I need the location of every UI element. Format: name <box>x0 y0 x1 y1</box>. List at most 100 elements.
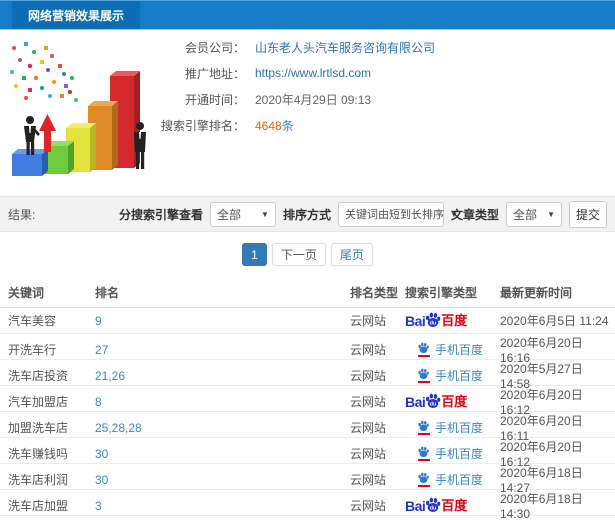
result-label: 结果: <box>8 207 36 222</box>
rank-type-cell: 云网站 <box>350 395 387 409</box>
rank-count-value: 4648条 <box>245 117 294 134</box>
table-row: 洗车赚钱吗 30 云网站 手机百度 2020年6月20日 16:12 <box>0 438 615 469</box>
header-keyword: 关键词 <box>8 285 45 300</box>
rank-type-cell: 云网站 <box>350 473 387 487</box>
keyword-rank-table: 关键词 排名 排名类型 搜索引擎类型 最新更新时间 汽车美容 9 云网站 Bai <box>0 277 615 521</box>
company-link[interactable]: 山东老人头汽车服务咨询有限公司 <box>245 39 435 56</box>
header-engine-type: 搜索引擎类型 <box>405 285 478 300</box>
keyword-cell: 汽车美容 <box>8 314 57 328</box>
rank-type-cell: 云网站 <box>350 369 387 383</box>
engine-cell: 手机百度 <box>405 367 500 384</box>
engine-cell: 手机百度 <box>405 341 500 358</box>
mobile-baidu-paw-icon <box>417 368 430 383</box>
keyword-cell: 洗车店利润 <box>8 473 69 487</box>
rank-type-cell: 云网站 <box>350 421 387 435</box>
keyword-cell: 加盟洗车店 <box>8 421 69 435</box>
table-row: 洗车店加盟 3 云网站 Bai du 百度 2020年6月18日 14:30 <box>0 490 615 521</box>
baidu-logo: Bai du 百度 <box>405 393 468 410</box>
promo-url-label: 推广地址： <box>184 66 245 81</box>
rank-count-number: 4648 <box>255 118 282 133</box>
account-info-fields: 会员公司： 山东老人头汽车服务咨询有限公司 推广地址： https://www.… <box>0 34 615 138</box>
table-header-row: 关键词 排名 排名类型 搜索引擎类型 最新更新时间 <box>0 277 615 308</box>
page-number-current[interactable]: 1 <box>242 243 267 266</box>
baidu-paw-icon: du <box>426 497 441 512</box>
baidu-paw-icon: du <box>426 312 441 327</box>
type-filter-label: 文章类型 <box>450 207 499 222</box>
engine-select[interactable]: 全部 ▼ <box>209 201 276 227</box>
engine-cell: 手机百度 <box>405 445 500 462</box>
info-row-url: 推广地址： https://www.lrtlsd.com <box>0 60 615 86</box>
mobile-baidu-logo: 手机百度 <box>405 341 500 358</box>
submit-button[interactable]: 提交 <box>569 200 607 228</box>
rank-cell[interactable]: 30 <box>95 473 350 487</box>
summary-section: 会员公司： 山东老人头汽车服务咨询有限公司 推广地址： https://www.… <box>0 30 615 190</box>
rank-type-cell: 云网站 <box>350 499 387 513</box>
rank-cell[interactable]: 21,26 <box>95 369 350 383</box>
keyword-cell: 汽车加盟店 <box>8 395 69 409</box>
rank-count-label: 搜索引擎排名： <box>160 118 245 133</box>
article-type-select[interactable]: 全部 ▼ <box>506 201 562 227</box>
engine-cell: Bai du 百度 <box>405 392 500 412</box>
filter-bar: 结果: 分搜索引擎查看 全部 ▼ 排序方式 关键词由短到长排序 ▼ 文章类型 全… <box>0 196 615 232</box>
keyword-cell: 洗车赚钱吗 <box>8 447 69 461</box>
mobile-baidu-paw-icon <box>417 446 430 461</box>
top-header-bar: 网络营销效果展示 <box>0 0 615 30</box>
rank-type-cell: 云网站 <box>350 343 387 357</box>
sort-select-value: 关键词由短到长排序 <box>344 209 444 221</box>
table-body: 汽车美容 9 云网站 Bai du 百度 2020年6月5日 11:24 开洗车… <box>0 308 615 521</box>
article-type-select-value: 全部 <box>513 207 538 222</box>
rank-type-cell: 云网站 <box>350 314 387 328</box>
rank-cell[interactable]: 25,28,28 <box>95 421 350 435</box>
rank-count-unit: 条 <box>281 118 294 133</box>
baidu-paw-icon: du <box>426 393 441 408</box>
table-row: 汽车美容 9 云网站 Bai du 百度 2020年6月5日 11:24 <box>0 308 615 334</box>
info-row-open-time: 开通时间： 2020年4月29日 09:13 <box>0 86 615 112</box>
promo-url-link[interactable]: https://www.lrtlsd.com <box>245 66 371 80</box>
table-row: 汽车加盟店 8 云网站 Bai du 百度 2020年6月20日 16:12 <box>0 386 615 417</box>
open-time-value: 2020年4月29日 09:13 <box>255 92 372 107</box>
sort-filter-label: 排序方式 <box>282 207 331 222</box>
header-rank-type: 排名类型 <box>350 285 399 300</box>
engine-filter-label: 分搜索引擎查看 <box>118 207 203 222</box>
svg-text:du: du <box>430 401 436 407</box>
pagination: 1 下一页 尾页 <box>0 232 615 277</box>
keyword-cell: 洗车店投资 <box>8 369 69 383</box>
company-label: 会员公司： <box>184 40 245 55</box>
last-page-button[interactable]: 尾页 <box>330 243 373 266</box>
mobile-baidu-logo: 手机百度 <box>405 419 500 436</box>
rank-cell[interactable]: 3 <box>95 499 350 513</box>
next-page-button[interactable]: 下一页 <box>271 243 326 266</box>
engine-cell: Bai du 百度 <box>405 496 500 516</box>
info-row-company: 会员公司： 山东老人头汽车服务咨询有限公司 <box>0 34 615 60</box>
header-update-time: 最新更新时间 <box>500 285 573 300</box>
rank-cell[interactable]: 27 <box>95 343 350 357</box>
svg-text:du: du <box>430 505 436 511</box>
sort-select[interactable]: 关键词由短到长排序 ▼ <box>337 201 458 227</box>
rank-cell[interactable]: 9 <box>95 314 350 328</box>
mobile-baidu-paw-icon <box>417 420 430 435</box>
keyword-cell: 开洗车行 <box>8 343 57 357</box>
keyword-cell: 洗车店加盟 <box>8 499 69 513</box>
marketing-report-window: 网络营销效果展示 会员公司： 山东老人头汽车服务咨询有限公司 推广地址： htt… <box>0 0 615 521</box>
rank-cell[interactable]: 8 <box>95 395 350 409</box>
table-row: 开洗车行 27 云网站 手机百度 2020年6月20日 16:16 <box>0 334 615 365</box>
page-title: 网络营销效果展示 <box>12 1 141 29</box>
update-time-cell: 2020年6月18日 14:30 <box>500 492 583 521</box>
update-time-cell: 2020年6月5日 11:24 <box>500 314 609 328</box>
open-time-label: 开通时间： <box>184 92 245 107</box>
mobile-baidu-logo: 手机百度 <box>405 471 500 488</box>
svg-text:du: du <box>430 320 436 326</box>
bar-blue <box>12 149 48 176</box>
chevron-down-icon: ▼ <box>261 209 269 219</box>
engine-cell: 手机百度 <box>405 419 500 436</box>
mobile-baidu-logo: 手机百度 <box>405 367 500 384</box>
rank-cell[interactable]: 30 <box>95 447 350 461</box>
info-row-rank-count: 搜索引擎排名： 4648条 <box>0 112 615 138</box>
table-row: 加盟洗车店 25,28,28 云网站 手机百度 2020年6月20日 16:11 <box>0 412 615 443</box>
engine-select-value: 全部 <box>216 207 241 222</box>
engine-cell: 手机百度 <box>405 471 500 488</box>
table-row: 洗车店利润 30 云网站 手机百度 2020年6月18日 14:27 <box>0 464 615 495</box>
baidu-logo: Bai du 百度 <box>405 497 468 514</box>
baidu-logo: Bai du 百度 <box>405 312 468 329</box>
chevron-down-icon: ▼ <box>547 209 555 219</box>
